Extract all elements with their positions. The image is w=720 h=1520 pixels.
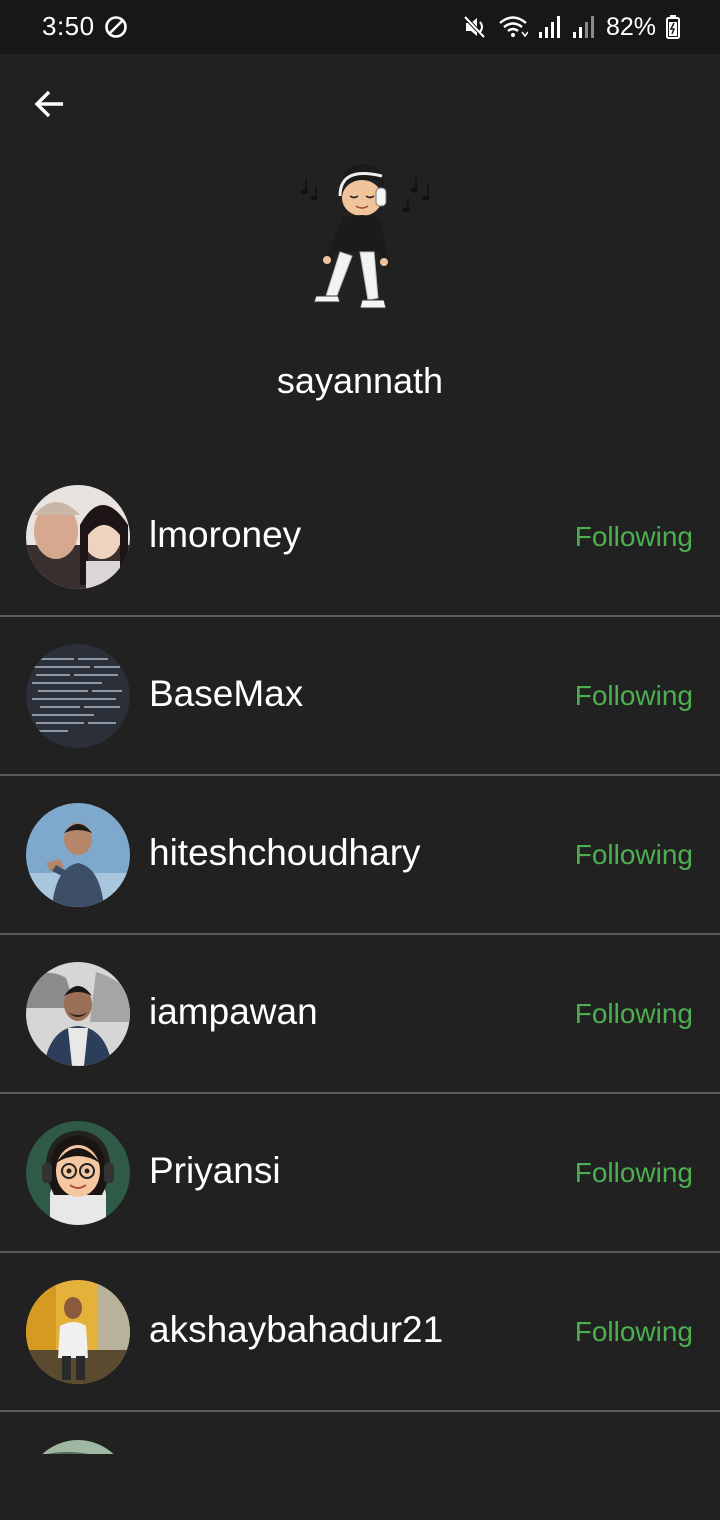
following-button[interactable]: Following — [575, 839, 693, 871]
signal-icon — [538, 16, 560, 38]
list-item[interactable]: lmoroney Following — [0, 458, 720, 617]
avatar — [26, 485, 130, 589]
list-item[interactable]: BaseMax Following — [0, 617, 720, 776]
mute-icon — [463, 15, 486, 39]
list-item[interactable]: akshaybahadur21 Following — [0, 1253, 720, 1412]
following-list: lmoroney Following BaseMax Following hit… — [0, 458, 720, 1412]
dnd-icon — [105, 16, 127, 38]
profile-username: sayannath — [276, 360, 444, 401]
battery-percent: 82% — [605, 12, 656, 41]
following-button[interactable]: Following — [575, 680, 693, 712]
following-button[interactable]: Following — [575, 521, 693, 553]
arrow-left-icon — [34, 90, 63, 118]
list-item[interactable]: hiteshchoudhary Following — [0, 776, 720, 935]
status-icons: 82% — [462, 12, 680, 42]
wifi-icon — [499, 16, 528, 38]
following-button[interactable]: Following — [575, 1157, 693, 1189]
list-item[interactable]: iampawan Following — [0, 935, 720, 1094]
avatar — [26, 962, 130, 1066]
avatar — [26, 1121, 130, 1225]
profile-avatar — [300, 164, 430, 309]
username: lmoroney — [149, 514, 302, 555]
avatar — [26, 1280, 130, 1384]
username: akshaybahadur21 — [149, 1309, 444, 1350]
avatar — [26, 803, 130, 907]
list-item-partial[interactable] — [0, 1414, 720, 1454]
signal-icon-2 — [572, 16, 594, 38]
username: iampawan — [149, 991, 318, 1032]
list-item[interactable]: Priyansi Following — [0, 1094, 720, 1253]
status-bar: 3:50 82% — [0, 0, 720, 54]
battery-icon — [666, 15, 680, 39]
username: Priyansi — [149, 1150, 281, 1191]
avatar — [26, 1440, 130, 1454]
username: BaseMax — [149, 673, 304, 714]
following-button[interactable]: Following — [575, 1316, 693, 1348]
following-button[interactable]: Following — [575, 998, 693, 1030]
username: hiteshchoudhary — [149, 832, 421, 873]
avatar — [26, 644, 130, 748]
back-button[interactable] — [28, 84, 70, 124]
status-time: 3:50 — [42, 11, 95, 41]
